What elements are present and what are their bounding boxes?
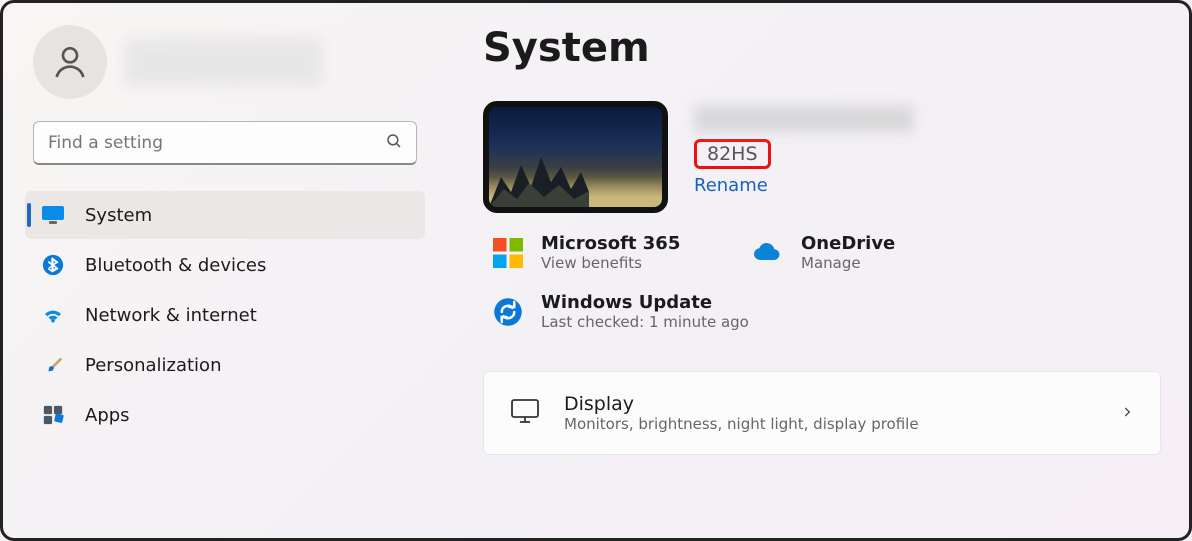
onedrive-title: OneDrive — [801, 233, 895, 254]
onedrive-cloud-icon — [751, 236, 785, 270]
nav-bluetooth[interactable]: Bluetooth & devices — [25, 241, 425, 289]
nav-network[interactable]: Network & internet — [25, 291, 425, 339]
profile-name-blurred — [123, 37, 323, 87]
rename-link[interactable]: Rename — [694, 175, 914, 196]
nav-personalization-label: Personalization — [85, 355, 221, 376]
chevron-right-icon — [1120, 404, 1134, 423]
wallpaper-mountains-icon — [489, 147, 589, 207]
apps-icon — [41, 403, 65, 427]
sidebar: System Bluetooth & devices — [3, 3, 443, 538]
device-model-highlighted: 82HS — [694, 139, 771, 169]
nav-personalization[interactable]: Personalization — [25, 341, 425, 389]
display-card-title: Display — [564, 393, 919, 415]
avatar — [33, 25, 107, 99]
bluetooth-icon — [41, 253, 65, 277]
microsoft-logo-icon — [491, 236, 525, 270]
nav-system[interactable]: System — [25, 191, 425, 239]
device-info: 82HS Rename — [694, 101, 914, 196]
quick-microsoft365[interactable]: Microsoft 365 View benefits — [491, 233, 721, 272]
main-content: System 82HS Rename Mic — [443, 3, 1189, 538]
nav-apps[interactable]: Apps — [25, 391, 425, 439]
paintbrush-icon — [41, 353, 65, 377]
monitor-icon — [510, 398, 540, 428]
device-wallpaper-thumbnail[interactable] — [483, 101, 668, 213]
wifi-icon — [41, 303, 65, 327]
display-card-sub: Monitors, brightness, night light, displ… — [564, 415, 919, 433]
update-sync-icon — [491, 295, 525, 329]
nav-system-label: System — [85, 205, 152, 226]
quick-links: Microsoft 365 View benefits OneDrive Man… — [491, 233, 1161, 331]
system-icon — [41, 203, 65, 227]
device-section: 82HS Rename — [483, 101, 1161, 213]
nav-list: System Bluetooth & devices — [25, 191, 425, 439]
person-icon — [50, 42, 90, 82]
page-title: System — [483, 25, 1161, 71]
m365-sub: View benefits — [541, 254, 680, 272]
quick-windows-update[interactable]: Windows Update Last checked: 1 minute ag… — [491, 292, 981, 331]
search-input[interactable] — [33, 121, 417, 165]
display-settings-card[interactable]: Display Monitors, brightness, night ligh… — [483, 371, 1161, 455]
m365-title: Microsoft 365 — [541, 233, 680, 254]
search-box[interactable] — [33, 121, 417, 165]
profile-section[interactable] — [25, 25, 425, 99]
update-title: Windows Update — [541, 292, 749, 313]
quick-onedrive[interactable]: OneDrive Manage — [751, 233, 981, 272]
update-sub: Last checked: 1 minute ago — [541, 313, 749, 331]
device-name-blurred — [694, 105, 914, 133]
onedrive-sub: Manage — [801, 254, 895, 272]
nav-network-label: Network & internet — [85, 305, 257, 326]
nav-bluetooth-label: Bluetooth & devices — [85, 255, 266, 276]
nav-apps-label: Apps — [85, 405, 130, 426]
